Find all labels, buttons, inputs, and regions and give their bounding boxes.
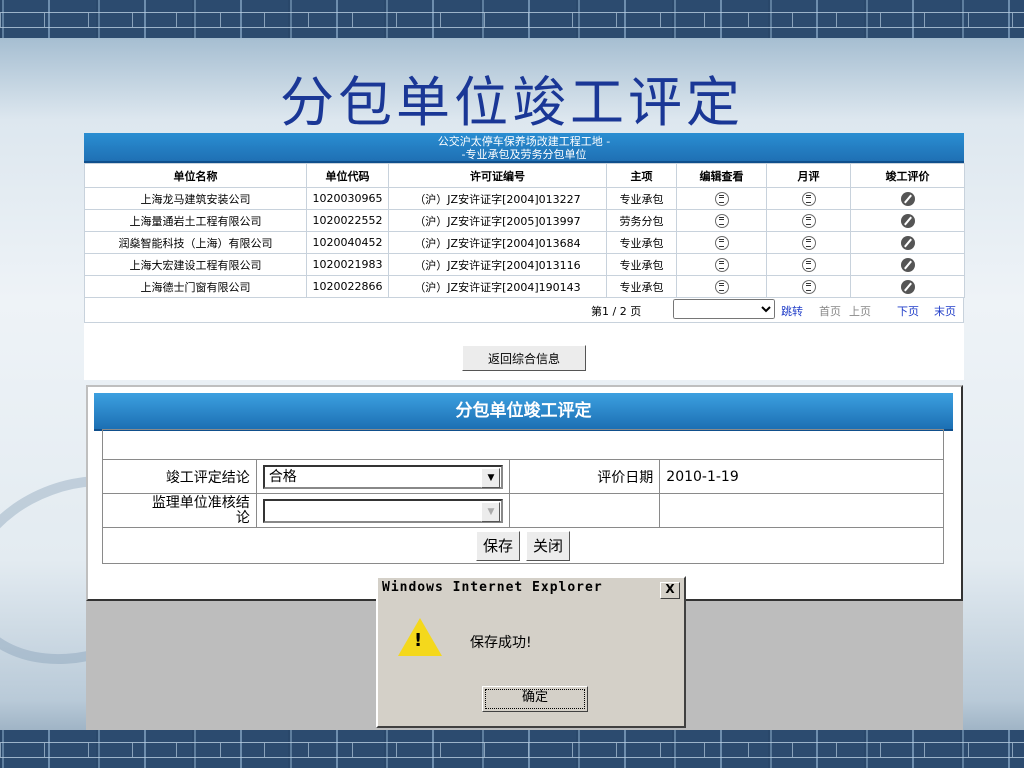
row-type: 专业承包 [606,253,677,276]
edit-pencil-icon[interactable] [900,279,915,294]
page-indicator: 第1 / 2 页 [591,305,642,318]
chevron-down-icon[interactable]: ▼ [481,501,501,522]
close-button[interactable]: 关闭 [526,530,571,561]
next-page-link[interactable]: 下页 [897,303,919,319]
view-icon[interactable] [714,191,729,206]
row-code: 1020040452 [306,231,389,254]
last-page-link[interactable]: 末页 [934,303,956,319]
supervisor-label: 监理单位准核结 论 [102,493,257,528]
column-header-view: 编辑查看 [676,163,767,188]
subcontractor-table: 单位名称 单位代码 许可证编号 主项 编辑查看 月评 竣工评价 上海龙马建筑安装… [84,163,965,298]
subcontractor-list-panel: 公交沪太停车保养场改建工程工地 - -专业承包及劳务分包单位 单位名称 单位代码… [84,133,965,380]
ok-button[interactable]: 确定 [482,686,588,712]
evaluation-form: 竣工评定结论 合格 ▼ 评价日期 2010-1-19 监理单位准核结 论 ▼ 保… [102,429,944,564]
date-value: 2010-1-19 [659,459,944,494]
column-header-type: 主项 [606,163,677,188]
row-code: 1020030965 [306,187,389,210]
row-type: 专业承包 [606,187,677,210]
row-license: （沪）JZ安许证字[2004]013227 [388,187,607,210]
row-code: 1020022866 [306,275,389,298]
page-select[interactable] [673,299,775,319]
dialog-message: 保存成功! [470,635,532,651]
edit-pencil-icon[interactable] [900,235,915,250]
table-row: 润燊智能科技（上海）有限公司 1020040452 （沪）JZ安许证字[2004… [84,231,965,254]
column-header-name: 单位名称 [84,163,307,188]
jump-link[interactable]: 跳转 [781,303,803,319]
row-license: （沪）JZ安许证字[2004]190143 [388,275,607,298]
table-row: 上海德士门窗有限公司 1020022866 （沪）JZ安许证字[2004]190… [84,275,965,298]
edit-pencil-icon[interactable] [900,191,915,206]
prev-page-link[interactable]: 上页 [849,303,871,319]
date-label: 评价日期 [509,459,661,494]
completion-evaluation-panel: 分包单位竣工评定 竣工评定结论 合格 ▼ 评价日期 2010-1-19 监理单位… [86,385,963,601]
row-code: 1020022552 [306,209,389,232]
edit-pencil-icon[interactable] [900,213,915,228]
column-header-completion: 竣工评价 [850,163,965,188]
view-icon[interactable] [714,213,729,228]
column-header-monthly: 月评 [766,163,851,188]
table-row: 上海龙马建筑安装公司 1020030965 （沪）JZ安许证字[2004]013… [84,187,965,210]
row-type: 劳务分包 [606,209,677,232]
view-icon[interactable] [714,279,729,294]
row-type: 专业承包 [606,231,677,254]
monthly-review-icon[interactable] [801,235,816,250]
back-to-summary-button[interactable]: 返回综合信息 [462,345,586,371]
dialog-close-button[interactable]: X [660,582,680,599]
monthly-review-icon[interactable] [801,257,816,272]
row-name: 润燊智能科技（上海）有限公司 [84,231,307,254]
first-page-link[interactable]: 首页 [819,303,841,319]
column-header-license: 许可证编号 [388,163,607,188]
alert-dialog: Windows Internet Explorer X ! 保存成功! 确定 [376,576,686,728]
row-name: 上海龙马建筑安装公司 [84,187,307,210]
monthly-review-icon[interactable] [801,213,816,228]
monthly-review-icon[interactable] [801,191,816,206]
row-type: 专业承包 [606,275,677,298]
evaluation-panel-title: 分包单位竣工评定 [94,393,953,431]
row-license: （沪）JZ安许证字[2005]013997 [388,209,607,232]
table-row: 上海量通岩土工程有限公司 1020022552 （沪）JZ安许证字[2005]0… [84,209,965,232]
bottom-decorative-border [0,730,1024,768]
column-header-code: 单位代码 [306,163,389,188]
table-row: 上海大宏建设工程有限公司 1020021983 （沪）JZ安许证字[2004]0… [84,253,965,276]
conclusion-select[interactable]: 合格 ▼ [262,464,504,489]
supervisor-select[interactable]: ▼ [262,498,504,523]
edit-pencil-icon[interactable] [900,257,915,272]
slide-title: 分包单位竣工评定 [280,71,744,134]
row-name: 上海德士门窗有限公司 [84,275,307,298]
row-name: 上海量通岩土工程有限公司 [84,209,307,232]
conclusion-value: 合格 [268,468,297,485]
chevron-down-icon[interactable]: ▼ [481,467,501,488]
row-name: 上海大宏建设工程有限公司 [84,253,307,276]
row-license: （沪）JZ安许证字[2004]013116 [388,253,607,276]
top-decorative-border [0,0,1024,38]
table-header-row: 单位名称 单位代码 许可证编号 主项 编辑查看 月评 竣工评价 [84,163,965,188]
list-header-line2: -专业承包及劳务分包单位 [461,148,587,161]
monthly-review-icon[interactable] [801,279,816,294]
view-icon[interactable] [714,257,729,272]
conclusion-label: 竣工评定结论 [102,459,257,494]
list-header-line1: 公交沪太停车保养场改建工程工地 - [437,135,611,148]
row-license: （沪）JZ安许证字[2004]013684 [388,231,607,254]
list-header: 公交沪太停车保养场改建工程工地 - -专业承包及劳务分包单位 [84,133,964,163]
row-code: 1020021983 [306,253,389,276]
dialog-title: Windows Internet Explorer [382,580,603,595]
pagination-bar: 第1 / 2 页 跳转 首页 上页 下页 末页 [84,298,964,323]
view-icon[interactable] [714,235,729,250]
save-button[interactable]: 保存 [475,530,520,561]
